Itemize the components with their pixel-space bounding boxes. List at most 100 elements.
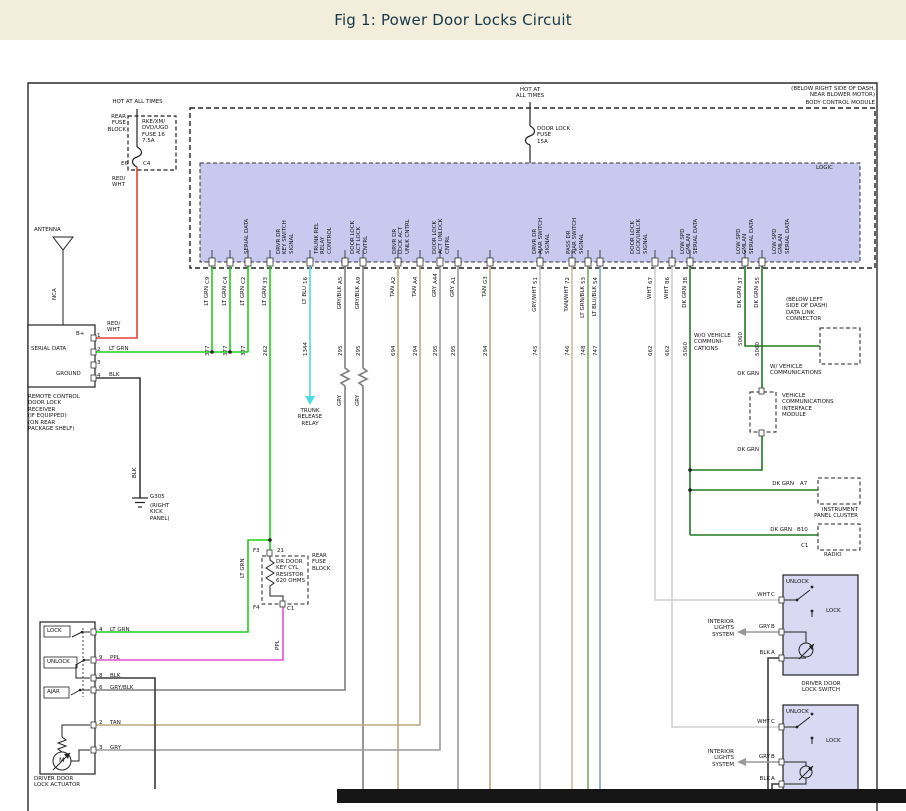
dk-grn-label-radio: DK GRN — [748, 527, 792, 533]
resistor-pin-c1: C1 — [287, 606, 294, 612]
actuator-box — [40, 622, 95, 774]
receiver-pin-3: 3 — [97, 360, 101, 366]
bcm-pin-label: 37 — [738, 268, 744, 284]
bcm-pin-label: 72 — [565, 268, 571, 284]
ground-location: (RIGHT KICK PANEL) — [150, 503, 170, 522]
interior-lights-arrow-1 — [737, 628, 746, 636]
actuator-lock-label: LOCK — [47, 628, 62, 634]
actuator-pin-number: 2 — [99, 720, 109, 726]
driver-switch-pin-c: C — [771, 592, 775, 598]
driver-door-lock-switch-box — [783, 575, 858, 675]
vcim-caption: VEHICLE COMMUNICATIONS INTERFACE MODULE — [782, 393, 834, 419]
wire-color-label: GRY/BLK — [355, 286, 361, 322]
wire-color-label: TAN/WHT — [564, 286, 570, 322]
receiver-pin-4: 4 — [97, 373, 101, 379]
blk-wire-label: BLK — [132, 458, 138, 478]
wire-number-label: 377 — [241, 332, 247, 356]
wire-number-label: 295 — [451, 332, 457, 356]
dk-grn-label-above-vcim: DK GRN — [727, 371, 759, 377]
bcm-pin-label: A5 — [338, 268, 344, 284]
bcm-pin-label: C4 — [223, 268, 229, 284]
rear-fuse-block-label-2: REAR FUSE BLOCK — [312, 553, 330, 572]
wire-number-label: 746 — [565, 332, 571, 356]
passenger-switch-lock-label: LOCK — [826, 738, 841, 744]
power-feed-center-fuse — [526, 102, 535, 163]
antenna-label: ANTENNA — [34, 227, 61, 233]
radio-caption: RADIO — [824, 552, 842, 558]
wire-number-label: 748 — [581, 332, 587, 356]
bcm-function-label: PASS DR AJAR SWITCH SIGNAL — [566, 166, 585, 254]
wire-number-label: 295 — [433, 332, 439, 356]
wiring-diagram-page: Fig 1: Power Door Locks Circuit — [0, 0, 906, 811]
bcm-pin-label: G3 — [483, 268, 489, 284]
actuator-unlock-label: UNLOCK — [47, 659, 70, 665]
wire-number-label: 377 — [205, 332, 211, 356]
lt-grn-wire-label: LT GRN — [240, 552, 246, 578]
bcm-pin-label: 55 — [755, 268, 761, 284]
bcm-location: (BELOW RIGHT SIDE OF DASH, NEAR BLOWER M… — [698, 86, 875, 99]
wire-color-label: LT GRN — [222, 286, 228, 322]
receiver-wire1-label: RED/ WHT — [107, 321, 120, 334]
driver-switch-blk-label: BLK — [748, 650, 770, 656]
bcm-function-label: DRVR DR LOCK ACT UNLK CNTRL — [392, 166, 411, 254]
actuator-pin-color: GRY — [110, 745, 150, 751]
driver-switch-pin-b: B — [771, 624, 775, 630]
pin-e6: E6 — [121, 161, 128, 167]
wire-number-label: 294 — [413, 332, 419, 356]
bcm-function-label: DOOR LOCK LOCK/UNLCK SIGNAL — [630, 166, 649, 254]
wire-color-label: WHT — [664, 286, 670, 322]
bcm-pin-label: 67 — [648, 268, 654, 284]
resistor-pin-f4: F4 — [253, 605, 260, 611]
driver-switch-caption: DRIVER DOOR LOCK SWITCH — [788, 681, 854, 694]
wire-number-label: 295 — [338, 332, 344, 356]
bcm-title: BODY CONTROL MODULE — [712, 100, 875, 106]
actuator-pin-color: GRY/BLK — [110, 685, 150, 691]
resistor-pin-f3: F3 — [253, 548, 260, 554]
actuator-pin-number: 6 — [99, 685, 109, 691]
bcm-pin-label: C2 — [241, 268, 247, 284]
wire-number-label: 1344 — [303, 332, 309, 356]
dk-grn-label-ipc: DK GRN — [748, 481, 794, 487]
wire-number-label: 662 — [665, 332, 671, 356]
data-link-connector-box — [820, 328, 860, 364]
bcm-pin-label: 38 — [683, 268, 689, 284]
bcm-pin-label: A44 — [433, 268, 439, 284]
bcm-function-label: LOW SPD GMLAN SERIAL DATA — [680, 166, 699, 254]
wire-color-label: GRY/WHT — [532, 286, 538, 322]
wire-number-label: 662 — [648, 332, 654, 356]
driver-switch-unlock-label: UNLOCK — [786, 579, 809, 585]
pin-c4: C4 — [143, 161, 150, 167]
driver-switch-wht-label: WHT — [748, 592, 770, 598]
wire-color-label: GRY/BLK — [337, 286, 343, 322]
antenna-symbol — [53, 237, 73, 325]
nca-label: NCA — [52, 282, 58, 300]
driver-switch-gry-label: GRY — [748, 624, 770, 630]
wire-color-label: DK GRN — [737, 286, 743, 322]
wire-color-label: LT BLU — [302, 286, 308, 322]
wire-color-label: GRY — [450, 286, 456, 322]
actuator-pin-number: 8 — [99, 673, 109, 679]
wire-color-label: TAN — [390, 286, 396, 322]
red-wht-label: RED/ WHT — [112, 176, 125, 189]
bcm-function-label: TRUNK REL RELAY CONTROL — [314, 166, 333, 254]
actuator-pin-color: LT GRN — [110, 627, 150, 633]
bcm-pin-label: A2 — [391, 268, 397, 284]
actuator-pin-color: PPL — [110, 655, 150, 661]
wire-color-label: LT BLU/BLK — [592, 286, 598, 322]
actuator-ajar-label: AJAR — [47, 689, 60, 695]
receiver-caption: REMOTE CONTROL DOOR LOCK RECEIVER (IF EQ… — [28, 394, 80, 432]
ground-symbol — [132, 498, 148, 507]
bcm-pin-label: 16 — [303, 268, 309, 284]
receiver-box — [28, 325, 95, 387]
actuator-pin-number: 9 — [99, 655, 109, 661]
trunk-release-relay-caption: TRUNK RELEASE RELAY — [286, 408, 334, 427]
bcm-pin-label: A4 — [413, 268, 419, 284]
key-cyl-resistor-caption: DR DOOR KEY CYL RESISTOR 620 OHMS — [276, 559, 305, 585]
bottom-bar — [337, 789, 906, 803]
wire-number-label: 294 — [483, 332, 489, 356]
actuator-pin-number: 3 — [99, 745, 109, 751]
instrument-panel-cluster-caption: INSTRUMENT PANEL CLUSTER — [788, 507, 858, 520]
hot-at-all-times-center: HOT AT ALL TIMES — [498, 87, 562, 100]
door-lock-fuse-label: DOOR LOCK FUSE 15A — [537, 126, 570, 145]
dk-grn-label-below-vcim: DK GRN — [727, 447, 759, 453]
